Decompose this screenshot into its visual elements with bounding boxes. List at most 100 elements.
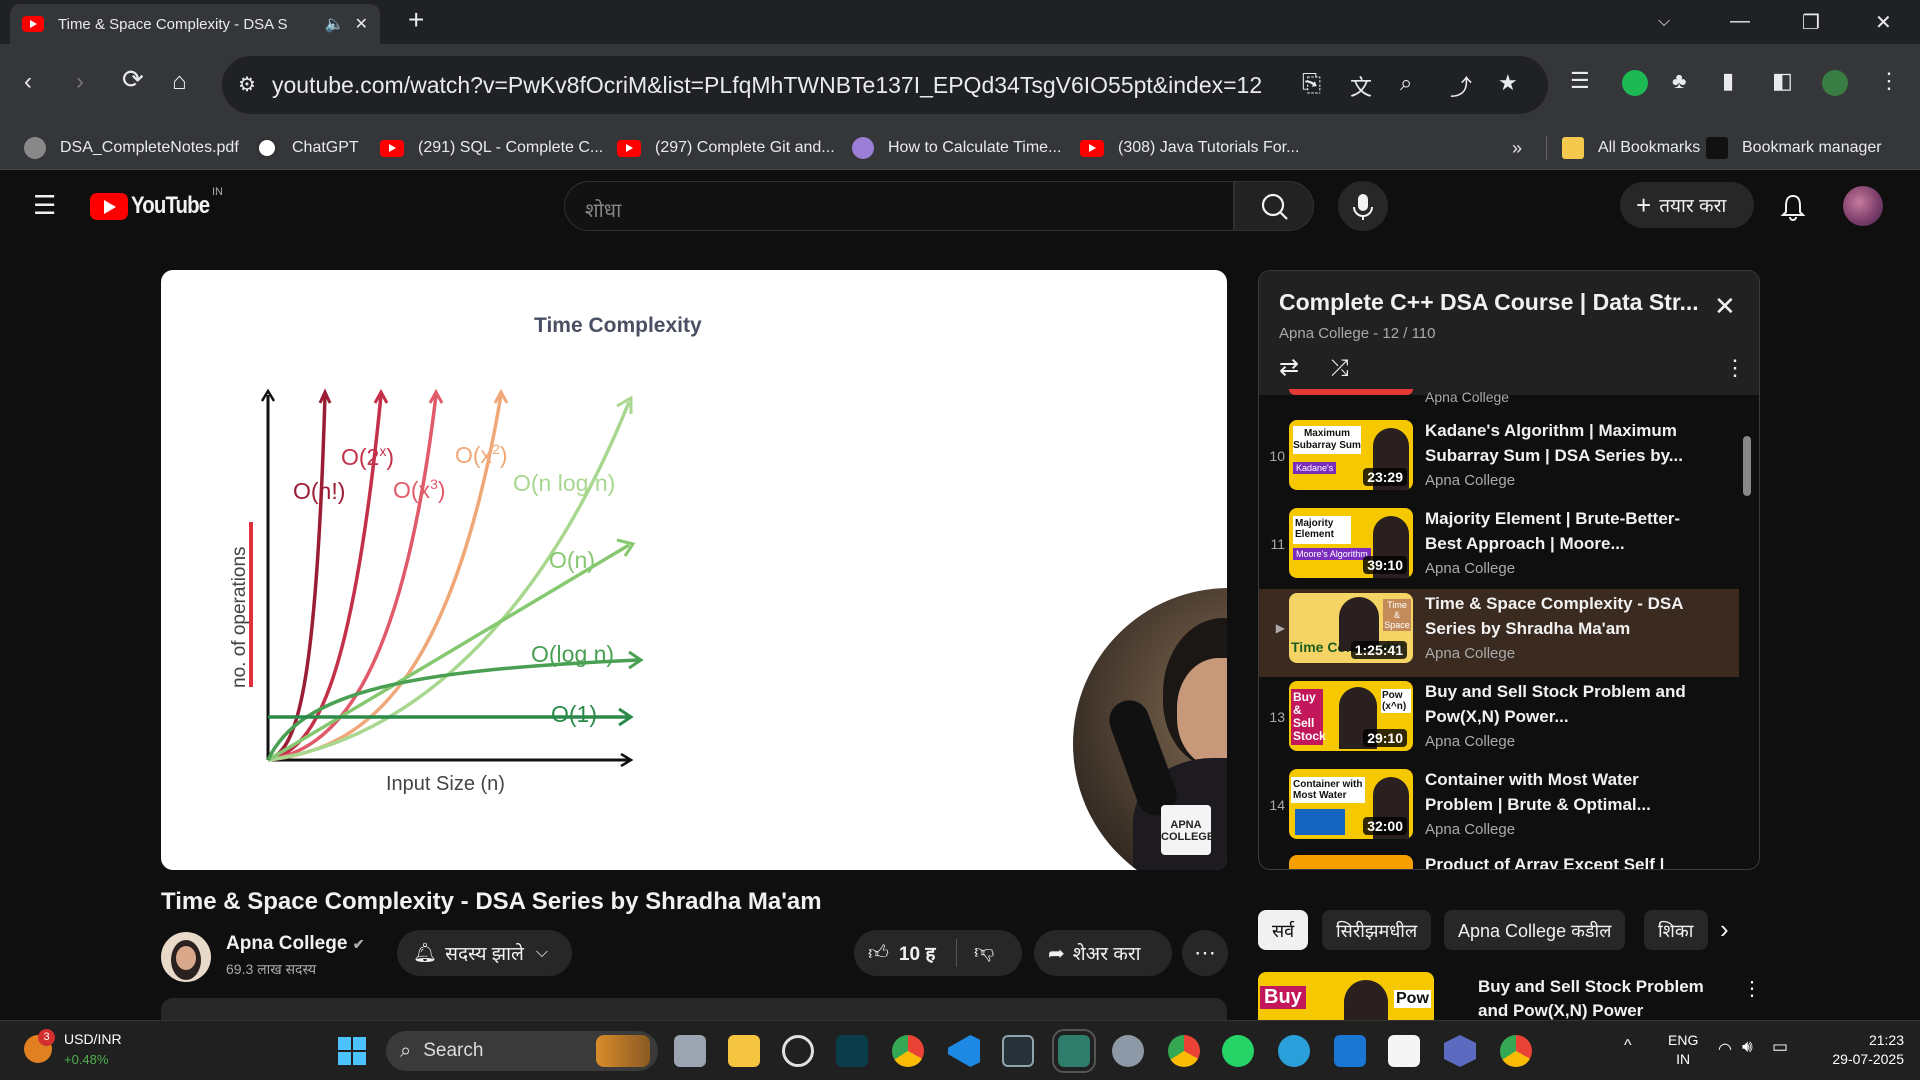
playlist-item[interactable]: 13 Buy & Sell Stock Pow (x^n) 29:10 Buy … xyxy=(1259,677,1739,763)
recommended-menu-icon[interactable]: ⋮ xyxy=(1742,976,1762,1001)
translate-icon[interactable]: 文 xyxy=(1350,70,1372,102)
playlist-item[interactable]: 14 Container with Most Water 32:00 Conta… xyxy=(1259,765,1739,851)
profile-avatar[interactable] xyxy=(1822,70,1848,96)
chatgpt-app-icon[interactable] xyxy=(782,1035,814,1067)
search-button[interactable] xyxy=(1234,181,1314,231)
dislike-icon[interactable]: 👎︎ xyxy=(974,940,994,964)
video-player[interactable]: Time Complexity Input Size (n) no. of op… xyxy=(161,270,1227,870)
restore-button[interactable]: ❐ xyxy=(1802,10,1820,35)
battery-icon[interactable]: ▭ xyxy=(1772,1037,1788,1057)
browser-menu-icon[interactable]: ⋮ xyxy=(1878,68,1900,94)
channel-name[interactable]: Apna College ✔ xyxy=(226,933,364,955)
settings-icon[interactable] xyxy=(1112,1035,1144,1067)
description-box[interactable] xyxy=(161,998,1227,1020)
chip-all[interactable]: सर्व xyxy=(1258,910,1309,950)
telegram-icon[interactable] xyxy=(1278,1035,1310,1067)
chip-from-series[interactable]: सिरीझमधील xyxy=(1322,910,1432,950)
new-tab-button[interactable]: + xyxy=(408,4,424,36)
search-input[interactable]: शोधा xyxy=(564,181,1234,231)
youtube-logo[interactable]: YouTube IN xyxy=(90,186,223,220)
chrome-profile-icon[interactable] xyxy=(892,1035,924,1067)
taskbar-search-box[interactable]: ⌕ Search xyxy=(386,1031,658,1071)
extensions-icon[interactable]: ♣ xyxy=(1672,68,1686,94)
extension-green-icon[interactable] xyxy=(1622,70,1648,96)
like-count[interactable]: 10 ह xyxy=(899,940,936,966)
all-bookmarks-folder[interactable]: All Bookmarks xyxy=(1562,134,1700,162)
account-avatar[interactable] xyxy=(1843,186,1883,226)
subscribed-button[interactable]: 🔔︎ सदस्य झाले ⌵ xyxy=(397,930,572,976)
playlist-item[interactable]: 11 Majority Element Moore's Algorithm 39… xyxy=(1259,504,1739,590)
browser-tab-active[interactable]: Time & Space Complexity - DSA S 🔈 ✕ xyxy=(10,4,380,44)
notes-icon[interactable] xyxy=(1334,1035,1366,1067)
active-app-icon[interactable] xyxy=(1052,1029,1096,1073)
install-app-icon[interactable]: ⎘ xyxy=(1302,70,1321,98)
shuffle-icon[interactable]: ⤮ xyxy=(1331,355,1349,381)
windows-start-icon[interactable] xyxy=(336,1035,368,1067)
tab-search-chevron-icon[interactable]: ⌵ xyxy=(1658,13,1670,31)
volume-icon[interactable]: 🔊︎ xyxy=(1742,1037,1753,1057)
channel-avatar[interactable] xyxy=(161,932,211,982)
playlist-title[interactable]: Complete C++ DSA Course | Data Str... xyxy=(1279,289,1699,316)
bookmarks-icon[interactable]: ▮ xyxy=(1722,68,1734,94)
close-playlist-icon[interactable]: ✕ xyxy=(1714,291,1736,322)
label-linear: O(n) xyxy=(549,547,595,573)
chrome-profile-2-icon[interactable] xyxy=(1500,1035,1532,1067)
vscode-icon[interactable] xyxy=(948,1035,980,1067)
more-actions-button[interactable]: ⋯ xyxy=(1182,930,1228,976)
chip-from-channel[interactable]: Apna College कडील xyxy=(1444,910,1626,950)
side-panel-icon[interactable]: ◧ xyxy=(1772,68,1793,94)
like-icon[interactable]: 👍︎ xyxy=(868,941,889,965)
task-view-icon[interactable] xyxy=(674,1035,706,1067)
playlist-item-now-playing[interactable]: ▶ Time Complexity Time & Space 1:25:41 T… xyxy=(1259,589,1739,677)
file-explorer-icon[interactable] xyxy=(728,1035,760,1067)
tray-overflow-icon[interactable]: ^ xyxy=(1624,1037,1632,1055)
share-icon[interactable]: ⤴ xyxy=(1450,70,1472,102)
back-button[interactable]: ‹ xyxy=(24,68,32,96)
close-window-button[interactable]: ✕ xyxy=(1875,10,1892,35)
create-button[interactable]: + तयार करा xyxy=(1620,182,1754,228)
chip-learning[interactable]: शिका xyxy=(1644,910,1708,950)
playlist-menu-icon[interactable]: ⋮ xyxy=(1724,355,1746,381)
voice-search-button[interactable] xyxy=(1338,181,1388,231)
close-tab-icon[interactable]: ✕ xyxy=(355,14,368,34)
home-button[interactable]: ⌂ xyxy=(172,68,187,96)
reload-button[interactable]: ⟳ xyxy=(122,64,144,95)
reading-list-icon[interactable]: ☰ xyxy=(1570,68,1590,94)
playlist-item[interactable]: 10 Maximum Subarray Sum Kadane's 23:29 K… xyxy=(1259,416,1739,502)
bookmark-item[interactable]: (308) Java Tutorials For... xyxy=(1080,134,1299,162)
whatsapp-icon[interactable] xyxy=(1222,1035,1254,1067)
more-bookmarks-button[interactable]: » xyxy=(1512,134,1522,162)
bookmark-item[interactable]: (291) SQL - Complete C... xyxy=(380,134,603,162)
site-info-icon[interactable]: ⚙ xyxy=(238,72,256,97)
playlist-scrollbar[interactable] xyxy=(1743,436,1751,496)
chrome-icon[interactable] xyxy=(1168,1035,1200,1067)
bookmark-manager[interactable]: Bookmark manager xyxy=(1706,134,1882,162)
chips-next-icon[interactable]: › xyxy=(1720,914,1729,945)
zoom-icon[interactable]: ⌕ xyxy=(1400,70,1412,96)
language-indicator[interactable]: ENG IN xyxy=(1668,1031,1698,1069)
bookmark-item[interactable]: DSA_CompleteNotes.pdf xyxy=(24,134,239,162)
bookmark-item[interactable]: ChatGPT xyxy=(256,134,359,162)
document-icon[interactable] xyxy=(1388,1035,1420,1067)
speaker-muted-icon[interactable]: 🔈 xyxy=(325,14,345,34)
recommended-title[interactable]: Buy and Sell Stock Problem and Pow(X,N) … xyxy=(1478,975,1738,1021)
recommended-thumbnail[interactable]: Buy Pow xyxy=(1258,972,1434,1020)
clock[interactable]: 21:23 29-07-2025 xyxy=(1808,1031,1904,1069)
app-hex-icon[interactable] xyxy=(1444,1035,1476,1067)
address-bar[interactable]: ⚙ youtube.com/watch?v=PwKv8fOcriM&list=P… xyxy=(222,56,1548,114)
notifications-bell-icon[interactable] xyxy=(1778,192,1808,222)
now-playing-icon: ▶ xyxy=(1275,621,1285,635)
wifi-icon[interactable]: ◠ xyxy=(1718,1039,1732,1059)
bookmark-item[interactable]: (297) Complete Git and... xyxy=(617,134,835,162)
minimize-button[interactable]: — xyxy=(1730,10,1750,33)
eclipse-icon[interactable] xyxy=(1002,1035,1034,1067)
share-button[interactable]: ➦ शेअर करा xyxy=(1034,930,1172,976)
hamburger-menu-icon[interactable]: ☰ xyxy=(33,190,56,221)
app-icon[interactable] xyxy=(836,1035,868,1067)
slide-title: Time Complexity xyxy=(534,314,702,337)
forward-button[interactable]: › xyxy=(76,68,84,96)
bookmark-item[interactable]: How to Calculate Time... xyxy=(852,134,1061,162)
loop-icon[interactable]: ⇄ xyxy=(1279,353,1299,382)
bookmark-star-icon[interactable]: ★ xyxy=(1498,70,1518,96)
ticker-name[interactable]: USD/INR xyxy=(64,1031,122,1047)
